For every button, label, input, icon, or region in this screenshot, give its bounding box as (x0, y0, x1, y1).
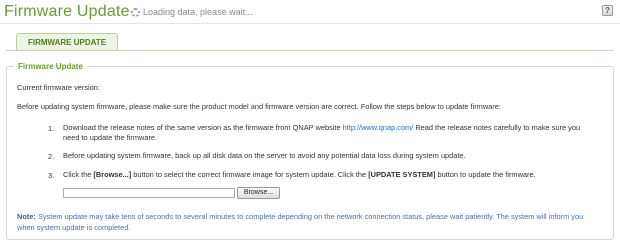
loading-text: Loading data, please wait... (143, 7, 253, 17)
current-version-label: Current firmware version: (17, 83, 100, 92)
note-text: Note: System update may take tens of sec… (17, 211, 607, 233)
step-2-number: 2. (48, 152, 55, 161)
page-title: Firmware Update (4, 3, 130, 20)
browse-button[interactable]: Browse... (237, 187, 280, 199)
step-1-line2: need to update the firmware. (63, 133, 158, 142)
step-1-part2: Read the release notes carefully to make… (413, 123, 581, 132)
qnap-website-link[interactable]: http://www.qnap.com/ (343, 123, 414, 132)
step-1-part1: Download the release notes of the same v… (63, 123, 343, 132)
tab-firmware-update[interactable]: FIRMWARE UPDATE (16, 33, 118, 51)
firmware-file-input[interactable] (63, 188, 235, 198)
tab-bar-divider (6, 50, 614, 51)
step-3-browse-ref: [Browse...] (93, 170, 132, 179)
note-line2: when system update is completed. (17, 223, 131, 232)
help-icon[interactable]: ? (602, 5, 613, 16)
panel-legend: Firmware Update (14, 62, 87, 71)
header-divider (0, 23, 620, 24)
step-3-number: 3. (48, 171, 55, 180)
step-3-part1: Click the (63, 170, 94, 179)
step-3-part2: button to select the correct firmware im… (131, 170, 369, 179)
page-header: Firmware Update Loading data, please wai… (0, 0, 620, 24)
loading-spinner-icon (131, 7, 140, 17)
note-label: Note: (17, 212, 36, 221)
step-3-part3: button to update the firmware. (435, 170, 536, 179)
step-1-text: Download the release notes of the same v… (63, 123, 580, 133)
loading-indicator: Loading data, please wait... (131, 7, 253, 17)
step-2-text: Before updating system firmware, back up… (63, 151, 466, 160)
step-3-update-ref: [UPDATE SYSTEM] (368, 170, 436, 179)
step-1-number: 1. (48, 124, 55, 133)
note-line1: System update may take tens of seconds t… (35, 212, 584, 221)
intro-text: Before updating system firmware, please … (17, 102, 501, 111)
step-3-text: Click the [Browse...] button to select t… (63, 170, 536, 180)
